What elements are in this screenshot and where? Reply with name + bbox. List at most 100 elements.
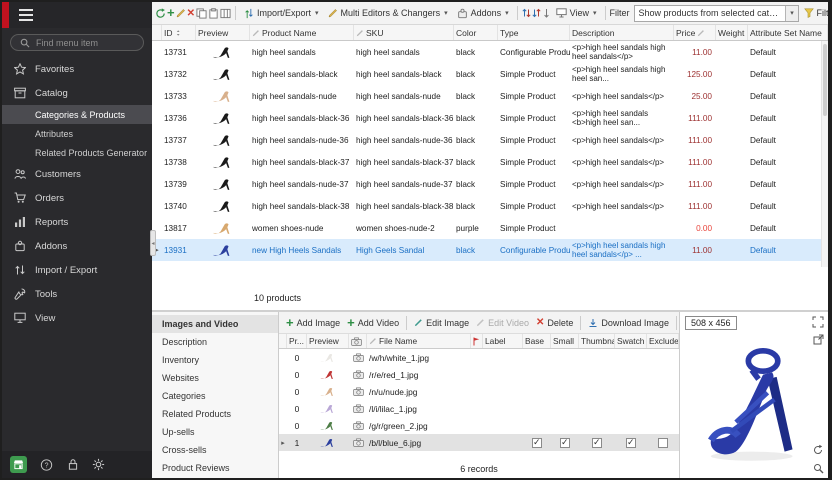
sidebar-item-catalog[interactable]: Catalog [2,81,152,105]
header-price[interactable]: Price [674,25,716,40]
sidebar-item-import-export[interactable]: Import / Export [2,258,152,282]
add-image-button[interactable]: +Add Image [283,316,343,330]
image-row[interactable]: 0/w/h/white_1.jpg [279,349,679,366]
search-input[interactable]: Find menu item [10,34,144,51]
vertical-scrollbar[interactable] [821,41,828,267]
delete-image-button[interactable]: ✕Delete [533,315,576,330]
image-row[interactable]: ▸1/b/l/blue_6.jpg [279,434,679,451]
tab-up-sells[interactable]: Up-sells [152,423,278,441]
product-row[interactable]: 13817women shoes-nudewomen shoes-nude-2p… [152,217,828,239]
lock-icon[interactable] [66,458,79,471]
tab-images-and-video[interactable]: Images and Video [152,315,278,333]
view-button[interactable]: View▾ [552,6,601,20]
header-description[interactable]: Description [570,25,674,40]
edit-video-button[interactable]: Edit Video [473,316,532,330]
paste-button[interactable] [208,5,219,21]
header-small[interactable]: Small [551,334,579,348]
tab-categories[interactable]: Categories [152,387,278,405]
multi-editors-button[interactable]: Multi Editors & Changers▾ [324,6,452,20]
product-row[interactable]: 13740high heel sandals-black-38high heel… [152,195,828,217]
checkbox-thumb [579,438,615,448]
sidebar-item-customers[interactable]: Customers [2,162,152,186]
delete-product-button[interactable]: ✕ [187,5,195,21]
thumb-checkbox[interactable] [592,438,602,448]
sidebar-item-tools[interactable]: Tools [2,282,152,306]
sidebar-item-orders[interactable]: Orders [2,186,152,210]
filters-button[interactable]: Filters▾ [800,6,828,20]
open-external-icon[interactable] [813,334,824,345]
filter-select[interactable]: Show products from selected categories ▾ [634,5,799,22]
header-exclude[interactable]: Exclude [647,334,679,348]
tab-description[interactable]: Description [152,333,278,351]
sort-clear-button[interactable] [542,5,551,21]
header-thumbnail[interactable]: Thumbna [579,334,615,348]
header-label[interactable]: Label [483,334,523,348]
sidebar-item-categories-products[interactable]: Categories & Products [2,105,152,124]
add-product-button[interactable]: + [167,5,175,21]
product-row[interactable]: 13738high heel sandals-black-37high heel… [152,151,828,173]
product-row[interactable]: 13739high heel sandals-nude-37high heel … [152,173,828,195]
header-weight[interactable]: Weight [716,25,748,40]
chevron-down-icon[interactable]: ▾ [785,6,798,21]
header-id[interactable]: ID [162,25,196,40]
product-row[interactable]: 13731high heel sandalshigh heel sandalsb… [152,41,828,63]
header-product-name[interactable]: Product Name [250,25,354,40]
exclude-checkbox[interactable] [658,438,668,448]
store-icon[interactable] [10,456,27,473]
header-attribute-set[interactable]: Attribute Set Name [748,25,828,40]
add-video-button[interactable]: +Add Video [344,316,402,330]
tab-websites[interactable]: Websites [152,369,278,387]
image-row[interactable]: 0/r/e/red_1.jpg [279,366,679,383]
sidebar-collapse-handle[interactable]: ◂ [150,230,156,256]
header-preview[interactable]: Preview [196,25,250,40]
image-row[interactable]: 0/l/i/lilac_1.jpg [279,400,679,417]
sidebar-item-view[interactable]: View [2,306,152,330]
menu-icon[interactable] [19,9,33,21]
rotate-icon[interactable] [812,444,824,456]
scrollbar-thumb[interactable] [823,44,827,116]
sort-asc-button[interactable] [522,5,531,21]
header-base[interactable]: Base [523,334,551,348]
zoom-icon[interactable] [813,463,824,474]
header-camera[interactable] [349,334,367,348]
image-row[interactable]: 0/n/u/nude.jpg [279,383,679,400]
tab-product-reviews[interactable]: Product Reviews [152,459,278,477]
image-row[interactable]: 0/g/r/green_2.jpg [279,417,679,434]
header-type[interactable]: Type [498,25,570,40]
addons-button[interactable]: Addons▾ [453,6,513,21]
help-icon[interactable]: ? [40,458,53,471]
swatch-checkbox[interactable] [626,438,636,448]
edit-product-button[interactable] [176,5,186,21]
product-row[interactable]: 13732high heel sandals-blackhigh heel sa… [152,63,828,85]
sort-desc-button[interactable] [532,5,541,21]
header-sku[interactable]: SKU [354,25,454,40]
product-row[interactable]: 13736high heel sandals-black-36high heel… [152,107,828,129]
header-preview[interactable]: Preview [307,334,349,348]
sidebar-item-related-products-generator[interactable]: Related Products Generator [2,143,152,162]
tab-related-products[interactable]: Related Products [152,405,278,423]
base-checkbox[interactable] [532,438,542,448]
header-swatch[interactable]: Swatch [615,334,647,348]
tab-inventory[interactable]: Inventory [152,351,278,369]
sidebar-item-addons[interactable]: Addons [2,234,152,258]
gear-icon[interactable] [92,458,105,471]
refresh-button[interactable] [155,5,166,21]
header-color[interactable]: Color [454,25,498,40]
copy-button[interactable] [196,5,207,21]
fullscreen-icon[interactable] [812,316,824,328]
import-export-button[interactable]: Import/Export▾ [240,6,323,21]
sidebar-item-reports[interactable]: Reports [2,210,152,234]
small-checkbox[interactable] [560,438,570,448]
edit-image-button[interactable]: Edit Image [411,316,472,330]
header-file-name[interactable]: File Name [367,334,471,348]
header-flag[interactable] [471,334,483,348]
columns-button[interactable] [220,5,231,21]
product-row[interactable]: 13733high heel sandals-nudehigh heel san… [152,85,828,107]
header-position[interactable]: Pr... [287,334,307,348]
product-row[interactable]: 13737high heel sandals-nude-36high heel … [152,129,828,151]
tab-cross-sells[interactable]: Cross-sells [152,441,278,459]
sidebar-item-attributes[interactable]: Attributes [2,124,152,143]
product-row[interactable]: ▸13931new High Heels SandalsHigh Geels S… [152,239,828,261]
sidebar-item-favorites[interactable]: Favorites [2,57,152,81]
download-image-button[interactable]: Download Image [585,316,672,330]
